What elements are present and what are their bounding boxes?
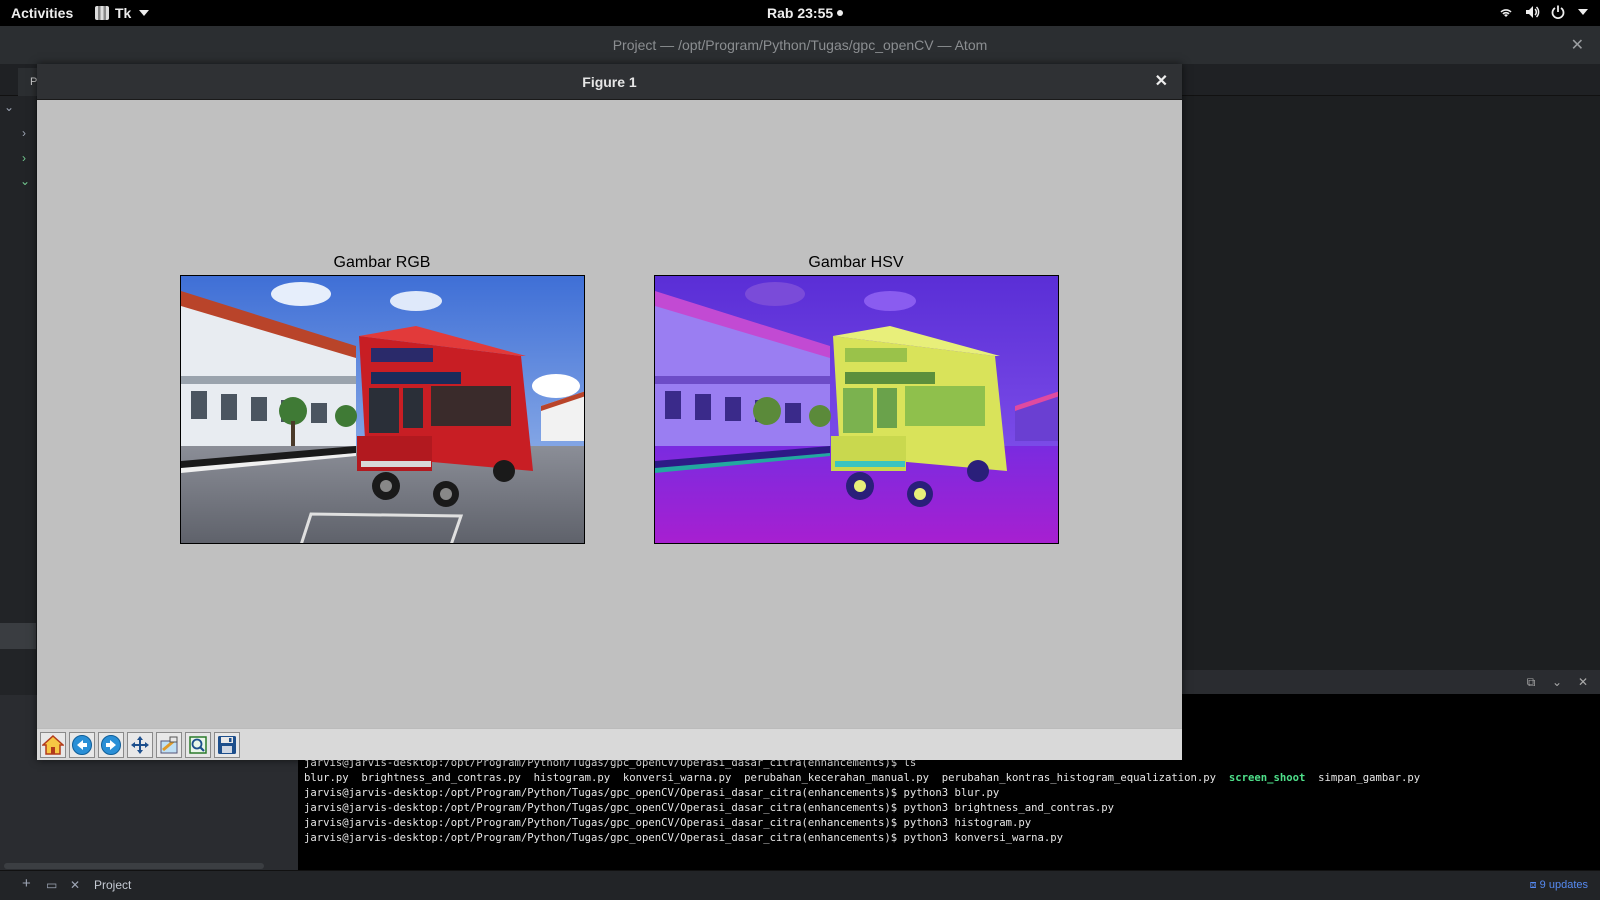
- figure-title: Figure 1: [582, 74, 637, 90]
- gnome-top-bar: Activities Tk Rab 23:55: [0, 0, 1600, 26]
- back-icon[interactable]: [69, 732, 95, 758]
- configure-subplots-icon[interactable]: [156, 732, 182, 758]
- zoom-rect-icon[interactable]: [185, 732, 211, 758]
- system-tray[interactable]: [1498, 4, 1588, 20]
- wifi-icon: [1500, 9, 1512, 17]
- atom-titlebar: Project — /opt/Program/Python/Tugas/gpc_…: [0, 26, 1600, 64]
- app-menu-label: Tk: [115, 5, 132, 21]
- clock[interactable]: Rab 23:55: [767, 5, 844, 21]
- terminal-line: jarvis@jarvis-desktop:/opt/Program/Pytho…: [304, 787, 1000, 799]
- home-icon[interactable]: [40, 732, 66, 758]
- tree-selected-row[interactable]: [0, 623, 36, 649]
- clock-label: Rab 23:55: [767, 5, 834, 21]
- terminal-line: jarvis@jarvis-desktop:/opt/Program/Pytho…: [304, 817, 1032, 829]
- forward-icon[interactable]: [98, 732, 124, 758]
- image-rgb: [180, 275, 585, 544]
- subplot-title-rgb: Gambar RGB: [333, 254, 431, 271]
- close-icon[interactable]: ✕: [70, 878, 80, 892]
- status-project[interactable]: Project: [94, 878, 131, 892]
- updates-label: 9 updates: [1539, 879, 1588, 891]
- package-icon: ⧈: [1529, 879, 1540, 891]
- close-icon[interactable]: ✕: [1155, 64, 1168, 100]
- updates-badge[interactable]: ⧈ 9 updates: [1530, 879, 1588, 892]
- maximize-icon[interactable]: ⧉: [1523, 674, 1539, 690]
- terminal-panel-header: ⧉ ⌄ ✕: [1182, 670, 1600, 694]
- activities-button[interactable]: Activities: [11, 5, 73, 21]
- chevron-down-icon[interactable]: ⌄: [4, 100, 14, 114]
- ls-files-a: blur.py brightness_and_contras.py histog…: [304, 772, 1229, 784]
- editor-pane[interactable]: [1182, 96, 1600, 670]
- chevron-down-icon[interactable]: ⌄: [20, 174, 30, 188]
- app-menu[interactable]: Tk: [95, 5, 150, 21]
- power-icon: [1551, 5, 1565, 19]
- volume-icon: [1526, 6, 1540, 18]
- terminal-line: jarvis@jarvis-desktop:/opt/Program/Pytho…: [304, 802, 1115, 814]
- chevron-right-icon[interactable]: ›: [22, 126, 26, 140]
- tk-app-icon: [95, 6, 109, 20]
- image-hsv: [654, 275, 1059, 544]
- subplot-title-hsv: Gambar HSV: [808, 254, 904, 271]
- window-title: Project — /opt/Program/Python/Tugas/gpc_…: [612, 37, 988, 53]
- terminal-line: jarvis@jarvis-desktop:/opt/Program/Pytho…: [304, 832, 1063, 844]
- figure-window[interactable]: Figure 1 ✕ Gambar RGB Gambar HSV: [37, 64, 1182, 760]
- pan-icon[interactable]: [127, 732, 153, 758]
- chevron-down-icon[interactable]: ⌄: [1549, 674, 1565, 690]
- matplotlib-toolbar: [37, 728, 1182, 760]
- ls-files-b: simpan_gambar.py: [1305, 772, 1421, 784]
- notification-dot-icon: [837, 10, 844, 16]
- chevron-down-icon: [1578, 9, 1588, 15]
- save-icon[interactable]: [214, 732, 240, 758]
- status-bar: + ▭ ✕ Project ⧈ 9 updates: [0, 870, 1600, 900]
- add-icon[interactable]: +: [22, 875, 31, 892]
- figure-titlebar: Figure 1 ✕: [37, 64, 1182, 100]
- terminal-icon[interactable]: ▭: [46, 878, 57, 892]
- ls-dir-highlight: screen_shoot: [1228, 772, 1306, 784]
- chevron-down-icon: [139, 10, 150, 16]
- chevron-right-icon[interactable]: ›: [22, 151, 26, 165]
- terminal-ls-output: blur.py brightness_and_contras.py histog…: [304, 771, 1600, 786]
- horizontal-scrollbar[interactable]: [4, 863, 264, 869]
- close-icon[interactable]: ✕: [1571, 35, 1584, 55]
- close-icon[interactable]: ✕: [1575, 674, 1591, 690]
